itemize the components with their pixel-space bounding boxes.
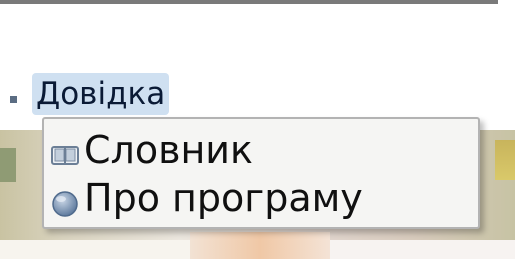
background-right-element (495, 140, 515, 180)
background-left-element (0, 148, 16, 182)
background-bottom-right (330, 240, 515, 259)
menu-help-label: Довідка (36, 76, 166, 112)
menu-help[interactable]: Довідка (32, 73, 170, 115)
info-globe-icon (50, 183, 80, 217)
menubar-separator-icon (10, 96, 17, 103)
menu-item-dictionary-label: Словник (84, 128, 253, 172)
top-divider (0, 0, 498, 4)
help-dropdown-menu: Словник Про програму (42, 117, 480, 229)
menu-item-dictionary[interactable]: Словник (50, 127, 253, 173)
menu-item-about[interactable]: Про програму (50, 175, 363, 221)
background-bottom-highlight (190, 232, 330, 259)
background-bottom-left (0, 240, 190, 259)
book-icon (50, 135, 80, 165)
menu-item-about-label: Про програму (84, 176, 363, 220)
